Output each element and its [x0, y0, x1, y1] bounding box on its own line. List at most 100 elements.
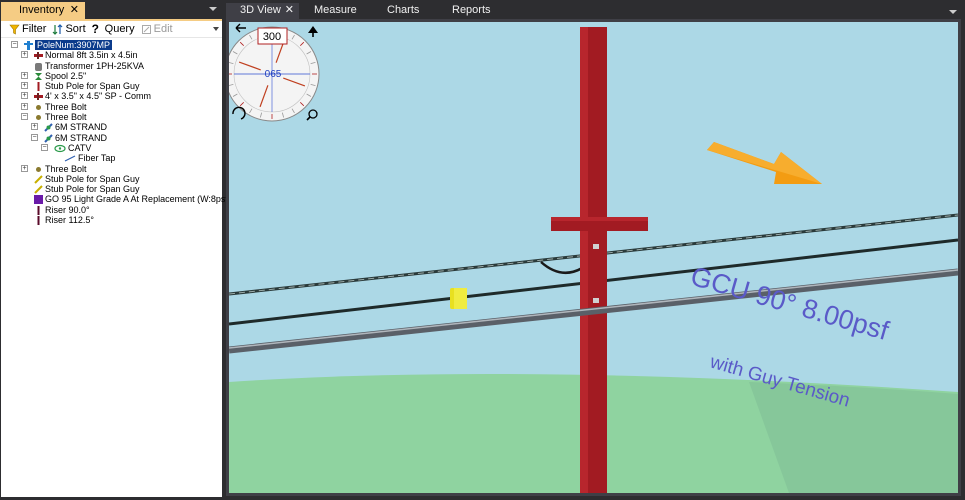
bolt-icon — [34, 103, 42, 111]
inventory-tree: − PoleNum:3907MP + Normal 8ft 3.5in x 4.5in… — [1, 38, 231, 226]
tree-item[interactable]: + Spool 2.5" — [1, 71, 222, 81]
transformer-icon — [34, 62, 42, 71]
app-window: Inventory ✕ Filter Sort ? Query Edit − P… — [0, 0, 965, 500]
tree-item-label: Three Bolt — [45, 112, 87, 123]
query-button[interactable]: ? Query — [91, 21, 135, 36]
panel-menu-button[interactable] — [209, 4, 217, 12]
tab-charts-label: Charts — [387, 4, 420, 16]
tree-item[interactable]: + Three Bolt — [1, 102, 222, 112]
tab-measure-label: Measure — [314, 4, 357, 16]
fiber-tap-highlight — [454, 288, 467, 309]
riser-icon — [34, 205, 42, 215]
3d-scene[interactable]: GCU 90° 8.00psf with Guy Tension 300 065 — [229, 22, 958, 493]
tree-item[interactable]: Stub Pole for Span Guy — [1, 174, 222, 184]
sort-icon — [53, 23, 63, 35]
tab-charts[interactable]: Charts — [387, 3, 419, 19]
tree-item[interactable]: − PoleNum:3907MP — [1, 40, 222, 50]
crossarm-icon — [34, 92, 43, 101]
strand-icon — [44, 123, 53, 133]
tree-item[interactable]: + Stub Pole for Span Guy — [1, 81, 222, 92]
tree-item-label: Three Bolt — [45, 101, 87, 112]
tree-item-label: CATV — [68, 142, 92, 153]
fiber-tap-icon — [64, 154, 76, 162]
collapse-icon[interactable]: − — [41, 143, 48, 151]
tree-item[interactable]: Fiber Tap — [1, 153, 222, 163]
tree-item[interactable]: +6M STRAND — [1, 122, 222, 132]
tree-item-label: Transformer 1PH-25KVA — [45, 60, 145, 71]
tree-item[interactable]: + Three Bolt — [1, 164, 222, 174]
close-icon[interactable]: ✕ — [285, 3, 294, 18]
close-icon[interactable]: ✕ — [70, 2, 79, 18]
inventory-toolbar: Filter Sort ? Query Edit — [1, 21, 222, 38]
tree-item[interactable]: +4' x 3.5" x 4.5" SP - Comm — [1, 91, 222, 101]
bolt-icon — [34, 165, 42, 173]
tree-item[interactable]: − 6M STRAND — [1, 133, 222, 143]
bolt-icon — [34, 113, 42, 121]
tree-item-label: 6M STRAND — [55, 122, 108, 133]
tree-item-label: Stub Pole for Span Guy — [45, 173, 140, 184]
tree-item[interactable]: GO 95 Light Grade A At Replacement (W:8p… — [1, 194, 231, 205]
pole-icon — [24, 41, 33, 50]
tree-item-label: 6M STRAND — [55, 132, 108, 143]
tree-item-label: Stub Pole for Span Guy — [45, 184, 140, 195]
filter-icon — [9, 24, 20, 34]
filter-label: Filter — [22, 23, 47, 35]
toolbar-overflow-icon[interactable] — [213, 27, 219, 33]
tree-item[interactable]: + Normal 8ft 3.5in x 4.5in — [1, 50, 222, 60]
tab-reports[interactable]: Reports — [452, 3, 491, 19]
inventory-body: Filter Sort ? Query Edit − PoleNum:3907MP… — [1, 19, 231, 497]
riser-icon — [34, 216, 42, 226]
document-menu-button[interactable] — [949, 7, 957, 15]
tree-item-label: Riser 112.5° — [45, 215, 94, 226]
expand-icon[interactable]: + — [21, 102, 28, 110]
spool-icon — [34, 72, 42, 80]
expand-icon[interactable]: + — [21, 82, 28, 90]
filter-button[interactable]: Filter — [9, 23, 46, 35]
tab-measure[interactable]: Measure — [314, 3, 357, 19]
tree-item[interactable]: Transformer 1PH-25KVA — [1, 61, 222, 71]
sort-label: Sort — [65, 23, 86, 35]
sort-button[interactable]: Sort — [52, 23, 86, 35]
pole-highlight — [580, 27, 588, 493]
expand-icon[interactable]: + — [21, 51, 28, 59]
clamp-bottom — [593, 298, 599, 303]
edit-button[interactable]: Edit — [141, 23, 173, 35]
edit-label: Edit — [153, 23, 173, 35]
stub-pole-icon — [34, 82, 42, 92]
tree-item-label: Three Bolt — [45, 163, 87, 174]
expand-icon[interactable]: + — [21, 164, 28, 172]
expand-icon[interactable]: + — [31, 123, 38, 131]
tab-3d-view[interactable]: 3D View ✕ — [226, 3, 299, 19]
inventory-tabbar: Inventory ✕ — [0, 0, 223, 19]
guy-icon — [34, 185, 43, 194]
tab-inventory-label: Inventory — [19, 4, 65, 16]
heading-center-readout: 065 — [265, 69, 282, 80]
expand-icon[interactable]: + — [21, 71, 28, 79]
collapse-icon[interactable]: − — [11, 41, 18, 48]
tree-item[interactable]: Riser 112.5° — [1, 215, 222, 226]
tree-item-label: Spool 2.5" — [45, 70, 87, 81]
collapse-icon[interactable]: − — [31, 133, 38, 141]
tree-item-label: Stub Pole for Span Guy — [45, 81, 140, 92]
tree-item[interactable]: − Three Bolt — [1, 112, 222, 122]
tab-inventory[interactable]: Inventory ✕ — [1, 2, 85, 19]
catv-icon — [54, 144, 66, 153]
clamp-top — [593, 244, 599, 249]
expand-icon[interactable]: + — [21, 92, 28, 100]
tab-reports-label: Reports — [452, 4, 491, 16]
tree-item-label: Riser 90.0° — [45, 204, 90, 215]
tab-3d-view-label: 3D View — [240, 4, 281, 16]
inventory-panel: Inventory ✕ Filter Sort ? Query Edit − P… — [0, 0, 231, 500]
collapse-icon[interactable]: − — [21, 113, 28, 121]
heading-readout: 300 — [263, 31, 281, 43]
question-icon: ? — [91, 21, 99, 36]
query-label: Query — [104, 23, 135, 35]
tree-item[interactable]: − CATV — [1, 143, 222, 153]
strand-icon — [44, 133, 53, 143]
3d-viewport[interactable]: GCU 90° 8.00psf with Guy Tension 300 065 — [226, 19, 961, 496]
edit-icon — [141, 24, 151, 34]
crossarm-highlight — [551, 217, 648, 221]
tree-item[interactable]: Riser 90.0° — [1, 205, 222, 215]
load-case-icon — [34, 195, 43, 205]
tree-item[interactable]: Stub Pole for Span Guy — [1, 184, 222, 194]
